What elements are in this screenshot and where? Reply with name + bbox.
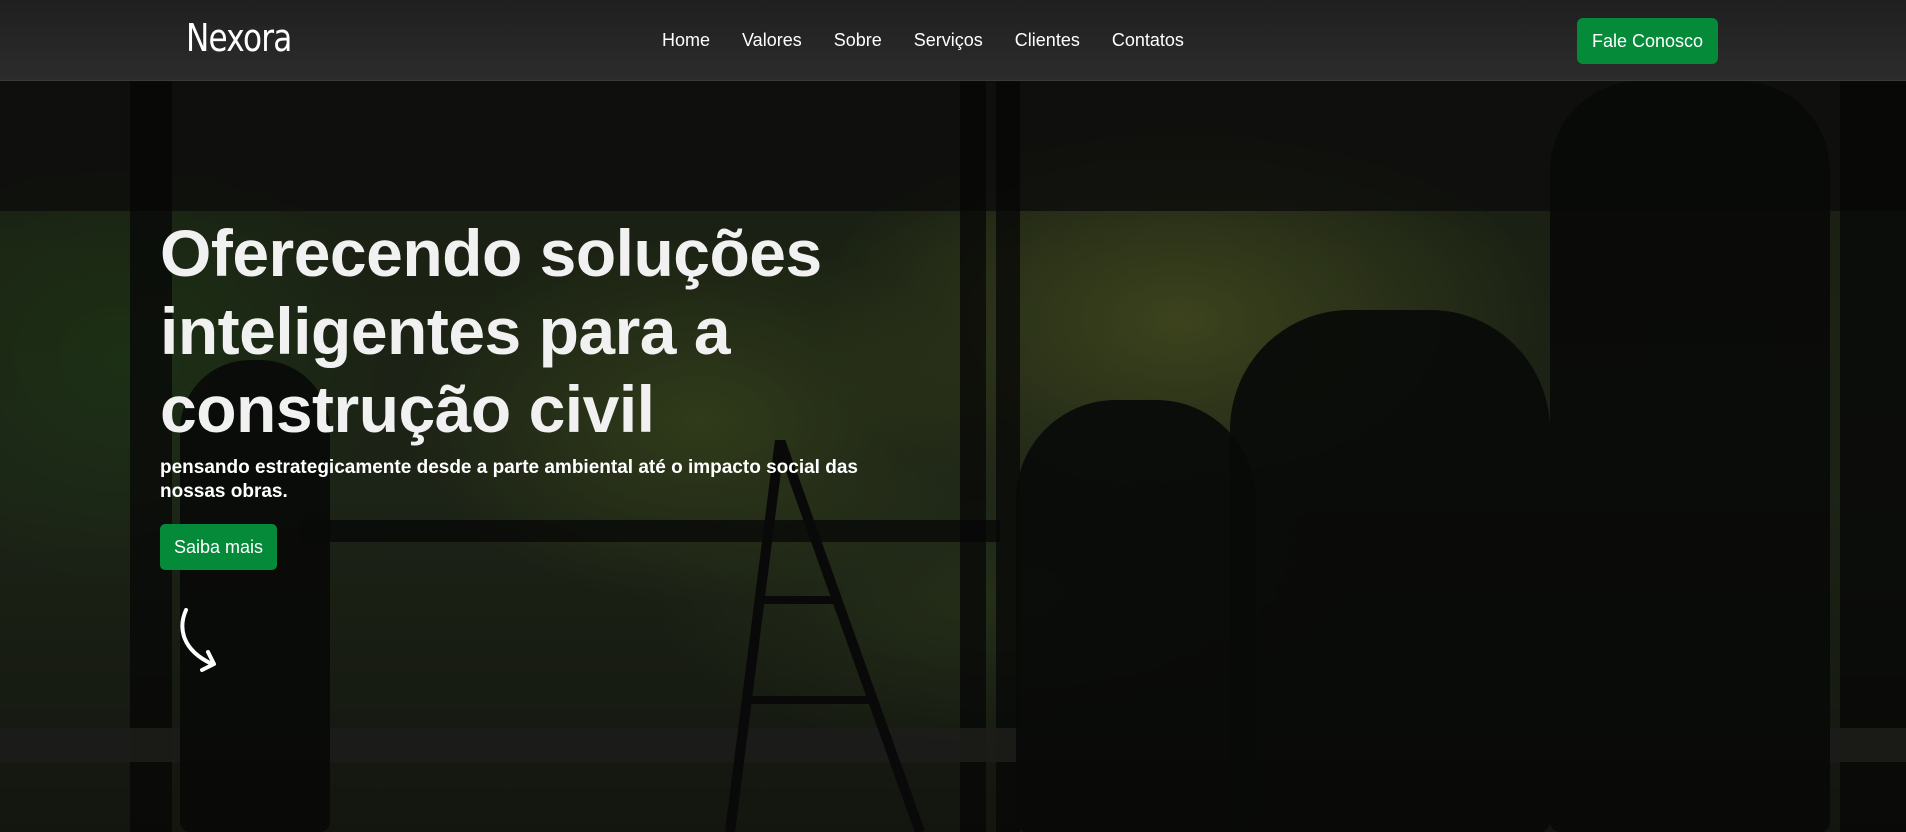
nav-link-sobre[interactable]: Sobre (834, 30, 882, 51)
contact-cta-button[interactable]: Fale Conosco (1577, 18, 1718, 64)
nav-link-clientes[interactable]: Clientes (1015, 30, 1080, 51)
hero-headline: Oferecendo soluções inteligentes para a … (160, 214, 860, 448)
brand-logo[interactable]: Nexora (186, 16, 292, 60)
learn-more-button[interactable]: Saiba mais (160, 524, 277, 570)
nav-link-home[interactable]: Home (662, 30, 710, 51)
nav-link-contatos[interactable]: Contatos (1112, 30, 1184, 51)
headline-line-2: inteligentes para a (160, 294, 731, 368)
headline-line-3: construção civil (160, 372, 655, 446)
curved-arrow-down-icon[interactable] (176, 606, 226, 676)
headline-line-1: Oferecendo soluções (160, 216, 822, 290)
hero-subheadline: pensando estrategicamente desde a parte … (160, 457, 858, 502)
nav-links: Home Valores Sobre Serviços Clientes Con… (662, 30, 1184, 51)
hero-content: Oferecendo soluções inteligentes para a … (160, 214, 860, 570)
nav-link-servicos[interactable]: Serviços (914, 30, 983, 51)
nav-link-valores[interactable]: Valores (742, 30, 802, 51)
navbar: Nexora Home Valores Sobre Serviços Clien… (0, 0, 1906, 81)
